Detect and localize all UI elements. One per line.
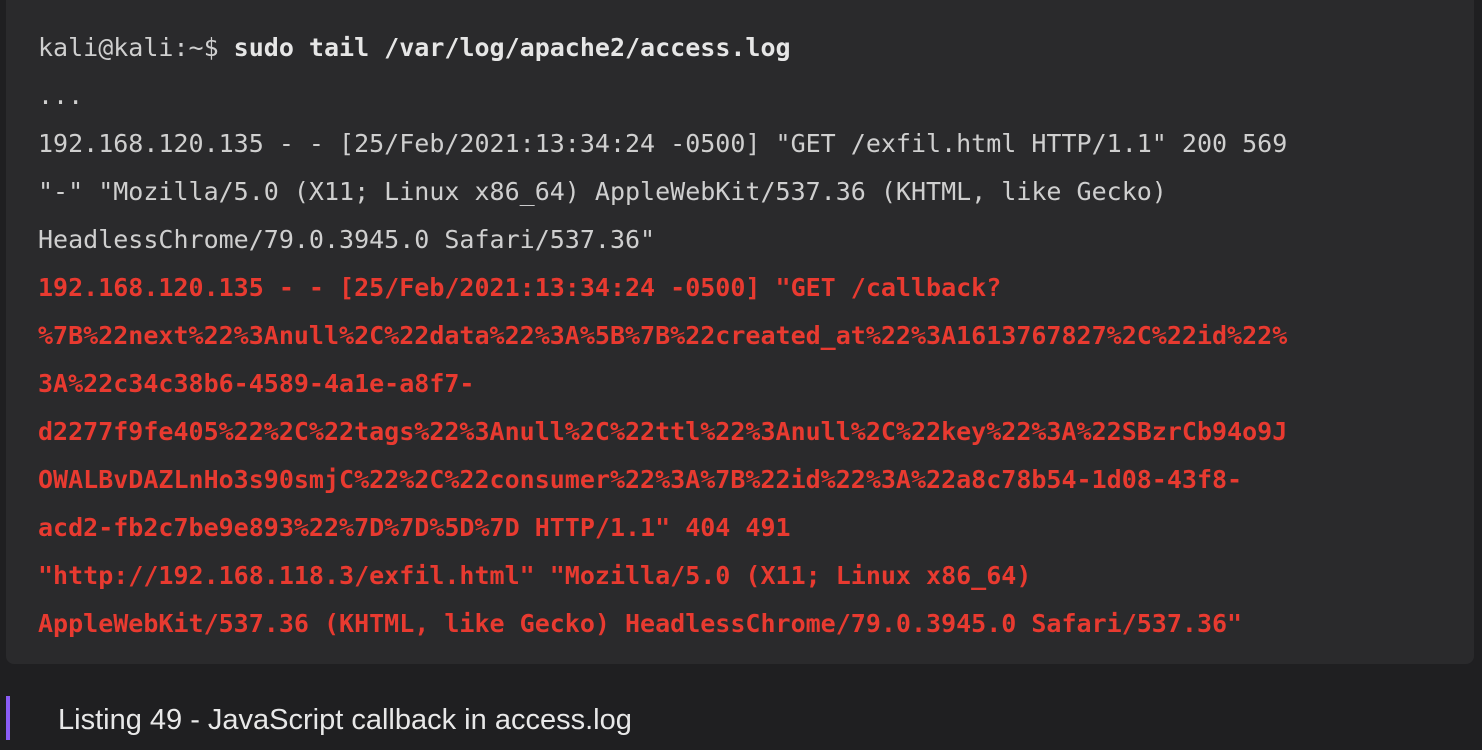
caption-accent-bar — [6, 696, 10, 740]
shell-prompt: kali@kali:~$ — [38, 33, 234, 62]
highlighted-log-line: %7B%22next%22%3Anull%2C%22data%22%3A%5B%… — [38, 321, 1288, 350]
log-line: HeadlessChrome/79.0.3945.0 Safari/537.36… — [38, 225, 656, 254]
highlighted-log-line: "http://192.168.118.3/exfil.html" "Mozil… — [38, 561, 1032, 590]
highlighted-log-line: 3A%22c34c38b6-4589-4a1e-a8f7- — [38, 369, 475, 398]
command-line: kali@kali:~$ sudo tail /var/log/apache2/… — [38, 24, 1474, 72]
highlighted-log-line: d2277f9fe405%22%2C%22tags%22%3Anull%2C%2… — [38, 417, 1288, 446]
highlighted-log-line: 192.168.120.135 - - [25/Feb/2021:13:34:2… — [38, 273, 1002, 302]
shell-command: sudo tail /var/log/apache2/access.log — [233, 33, 791, 62]
highlighted-log-line: acd2-fb2c7be9e893%22%7D%7D%5D%7D HTTP/1.… — [38, 513, 791, 542]
log-line: "-" "Mozilla/5.0 (X11; Linux x86_64) App… — [38, 177, 1167, 206]
terminal-listing: kali@kali:~$ sudo tail /var/log/apache2/… — [6, 0, 1474, 664]
highlighted-log-line: OWALBvDAZLnHo3s90smjC%22%2C%22consumer%2… — [38, 465, 1243, 494]
highlighted-log-line: AppleWebKit/537.36 (KHTML, like Gecko) H… — [38, 609, 1243, 638]
log-line: 192.168.120.135 - - [25/Feb/2021:13:34:2… — [38, 129, 1288, 158]
listing-caption: Listing 49 - JavaScript callback in acce… — [58, 704, 632, 736]
log-line: ... — [38, 81, 84, 110]
